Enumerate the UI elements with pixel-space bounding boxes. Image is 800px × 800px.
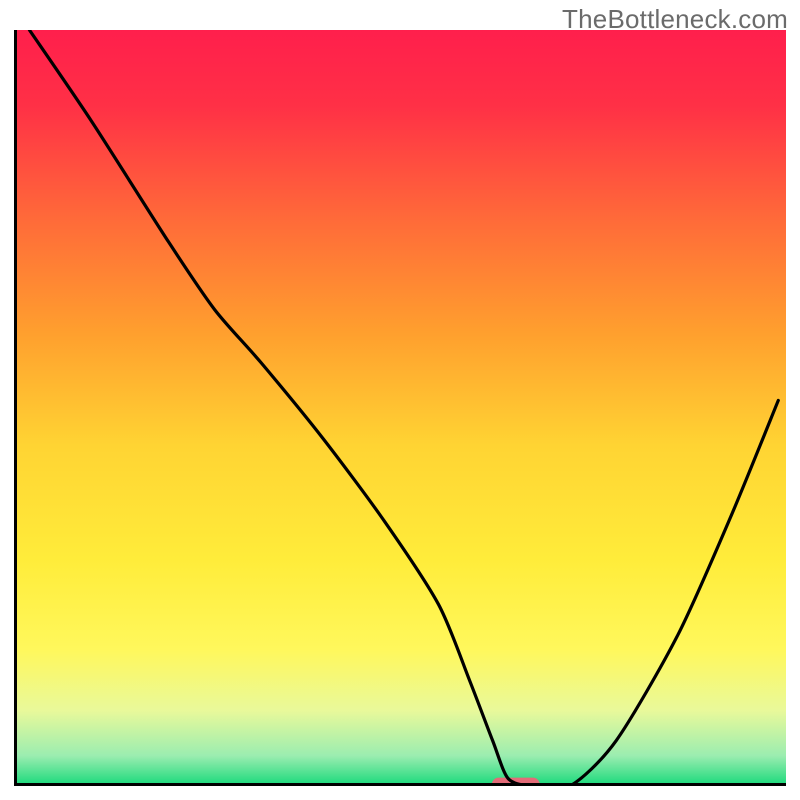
gradient-background — [14, 30, 786, 786]
watermark-text: TheBottleneck.com — [562, 4, 788, 35]
chart-container: TheBottleneck.com — [0, 0, 800, 800]
plot-area — [14, 30, 786, 786]
chart-svg — [14, 30, 786, 786]
